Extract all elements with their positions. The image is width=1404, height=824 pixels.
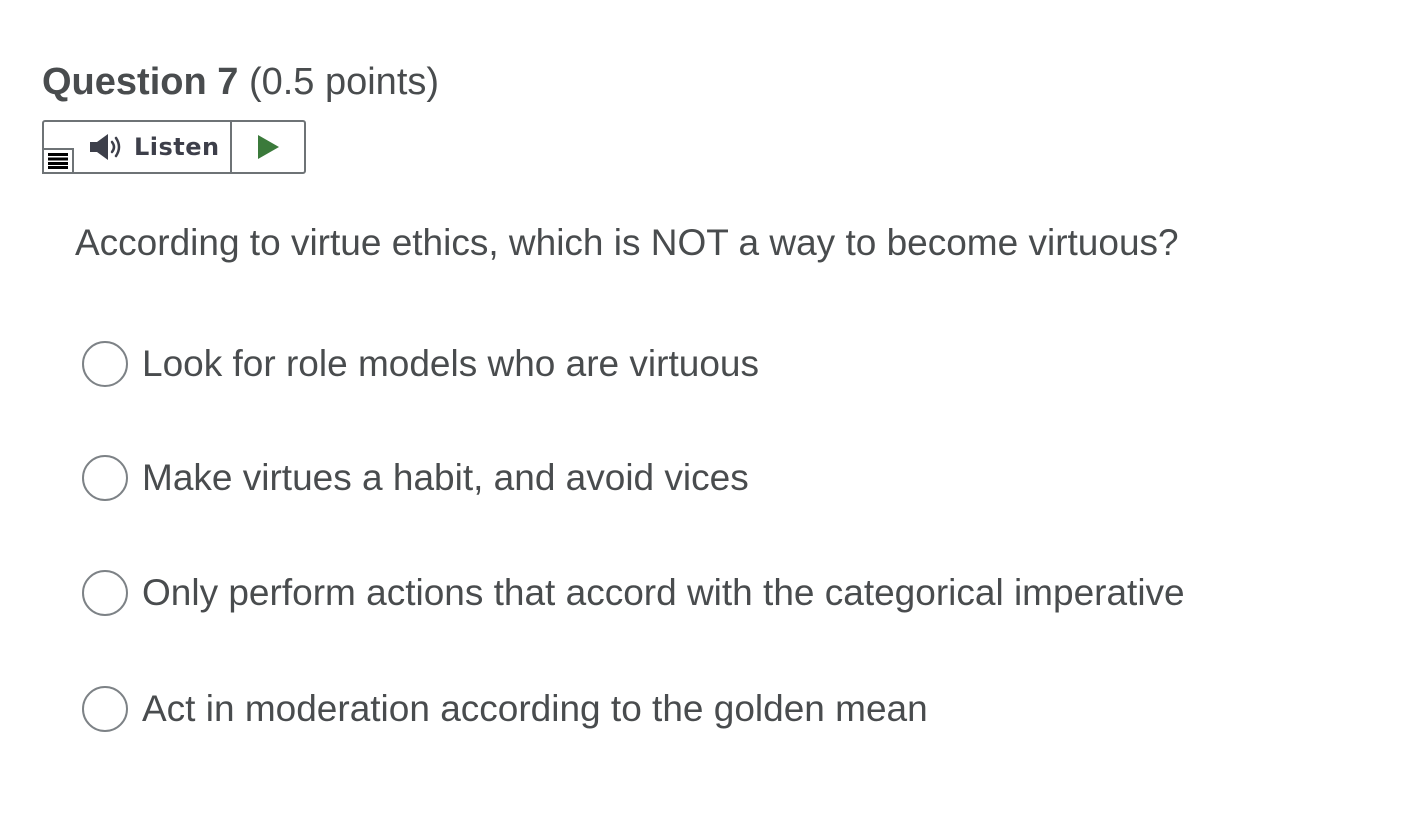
choice-option-3[interactable]: Only perform actions that accord with th… [82,570,1185,616]
question-header: Question 7 (0.5 points) [42,58,439,106]
question-title: Question 7 [42,61,239,103]
choice-label[interactable]: Act in moderation according to the golde… [142,686,928,732]
menu-lines-icon [48,153,68,169]
listen-widget: Listen [42,120,306,174]
question-text: According to virtue ethics, which is NOT… [75,222,1179,263]
radio-button[interactable] [82,455,128,501]
question-points: (0.5 points) [248,61,440,103]
play-icon [258,135,279,159]
choice-option-1[interactable]: Look for role models who are virtuous [82,341,759,387]
radio-button[interactable] [82,686,128,732]
choice-label[interactable]: Only perform actions that accord with th… [142,570,1185,616]
speaker-icon [88,132,124,162]
choice-label[interactable]: Make virtues a habit, and avoid vices [142,455,749,501]
play-button[interactable] [232,122,304,172]
choice-option-2[interactable]: Make virtues a habit, and avoid vices [82,455,749,501]
listen-menu-button[interactable] [42,148,74,174]
choice-option-4[interactable]: Act in moderation according to the golde… [82,686,928,732]
radio-button[interactable] [82,341,128,387]
radio-button[interactable] [82,570,128,616]
choice-label[interactable]: Look for role models who are virtuous [142,341,759,387]
listen-label: Listen [134,133,220,161]
